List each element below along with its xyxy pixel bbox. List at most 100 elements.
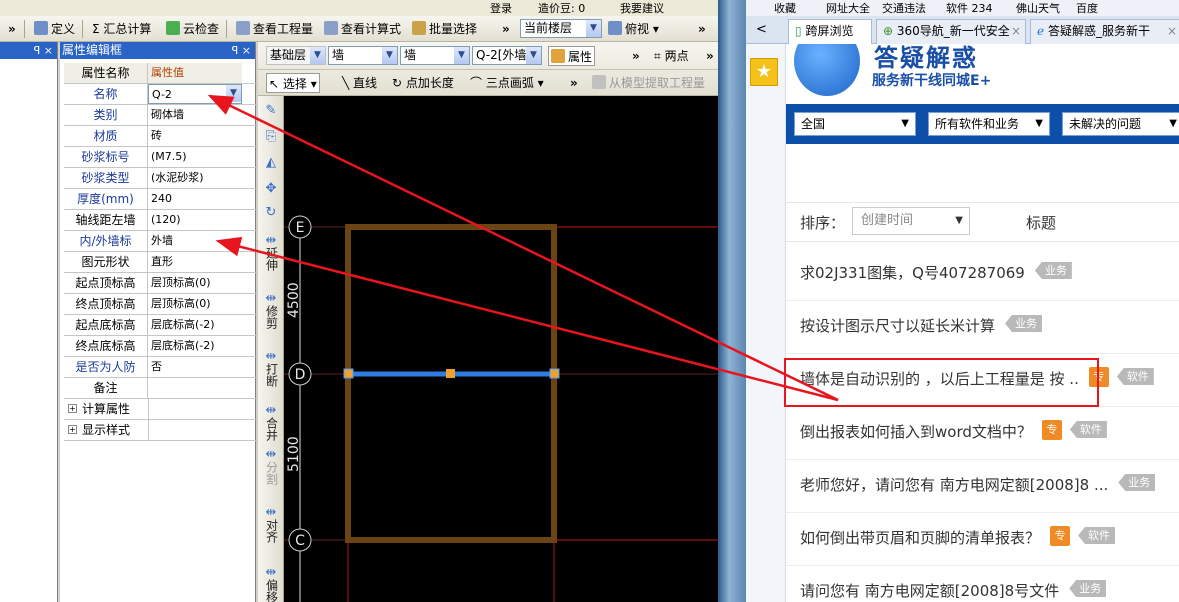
category-tag[interactable]: 软件 xyxy=(1078,527,1116,544)
define-button[interactable]: 定义 xyxy=(32,19,77,39)
category-tag[interactable]: 软件 xyxy=(1069,421,1107,438)
extract-quantity-button[interactable]: 从模型提取工程量 xyxy=(590,73,707,93)
drawing-svg[interactable]: E D C 4500 5100 xyxy=(284,96,718,602)
line-tool-button[interactable]: ╲ 直线 xyxy=(340,73,379,93)
cloud-check-button[interactable]: 云检查 xyxy=(164,19,221,39)
toolbar-overflow-icon[interactable]: » xyxy=(6,19,18,39)
tab-360-nav[interactable]: ⊕ 360导航_新一代安全 × xyxy=(876,19,1026,44)
toolbar-overflow-icon-4[interactable]: » xyxy=(630,46,642,66)
summary-calc-button[interactable]: Σ 汇总计算 xyxy=(90,19,153,39)
question-item[interactable]: 如何倒出带页眉和页脚的清单报表？ 专软件 xyxy=(786,513,1179,566)
category-tag[interactable]: 软件 xyxy=(1116,368,1154,385)
bookmark-link[interactable]: 收藏 xyxy=(774,0,796,16)
component-type-select[interactable]: 墙 ▼ xyxy=(328,46,398,65)
bookmark-link[interactable]: 软件 234 xyxy=(946,0,993,16)
toolbar-overflow-icon-5[interactable]: » xyxy=(704,46,716,66)
question-title-link[interactable]: 倒出报表如何插入到word文档中？ xyxy=(800,421,1032,442)
bookmark-link[interactable]: 百度 xyxy=(1076,0,1098,16)
close-icon[interactable]: × xyxy=(1011,20,1021,43)
vertical-tool-button[interactable]: ⇹ 偏移 xyxy=(261,566,281,602)
property-value[interactable]: 层底标高(-2) xyxy=(148,315,242,335)
category-tag[interactable]: 业务 xyxy=(1069,580,1107,597)
rotate-icon[interactable]: ↻ xyxy=(261,206,281,219)
expand-plus-icon[interactable]: + xyxy=(68,404,77,413)
feedback-link[interactable]: 我要建议 xyxy=(620,0,664,16)
question-title-link[interactable]: 求02J331图集，Q号407287069 xyxy=(800,262,1025,283)
toolbar-overflow-icon-2[interactable]: » xyxy=(500,19,512,39)
bookmark-link[interactable]: 网址大全 xyxy=(826,0,870,16)
favorite-star-icon[interactable]: ★ xyxy=(750,58,778,86)
category-tag[interactable]: 业务 xyxy=(1034,262,1072,279)
property-value[interactable] xyxy=(148,378,242,398)
property-value[interactable]: 层顶标高(0) xyxy=(148,273,242,293)
question-item[interactable]: 老师您好，请问您有 南方电网定额[2008]8 ... 业务 xyxy=(786,460,1179,513)
cube-icon xyxy=(608,21,622,35)
property-toggle-button[interactable]: 属性 xyxy=(548,46,596,66)
question-title-link[interactable]: 请问您有 南方电网定额[2008]8号文件 xyxy=(800,580,1059,601)
drawing-canvas[interactable]: E D C 4500 5100 xyxy=(284,96,718,602)
view-quantity-button[interactable]: 查看工程量 xyxy=(234,19,315,39)
property-value[interactable]: 否 xyxy=(148,357,242,377)
question-item[interactable]: 求02J331图集，Q号407287069 业务 xyxy=(786,248,1179,301)
property-value[interactable]: 直形 xyxy=(148,252,242,272)
view-mode-button[interactable]: 俯视 ▾ xyxy=(606,19,661,39)
property-value[interactable]: 砖 xyxy=(148,126,242,146)
chevron-down-icon[interactable]: ▼ xyxy=(226,85,241,102)
point-length-button[interactable]: ↻ 点加长度 xyxy=(390,73,456,93)
vertical-tool-button[interactable]: ⇹ 延伸 xyxy=(261,234,281,274)
pencil-icon[interactable]: ✎ xyxy=(261,104,281,117)
property-value[interactable]: 砌体墙 xyxy=(148,105,242,125)
tab-cross-screen[interactable]: ▯ 跨屏浏览 xyxy=(788,19,872,45)
floor-select[interactable]: 当前楼层 ▼ xyxy=(520,19,602,38)
question-title-link[interactable]: 如何倒出带页眉和页脚的清单报表？ xyxy=(800,527,1040,548)
component-name-select[interactable]: Q-2[外墙] ▼ xyxy=(472,46,542,65)
property-value[interactable]: (M7.5) xyxy=(148,147,242,167)
vertical-tool-button[interactable]: ⇹ 分割 xyxy=(261,448,281,488)
region-select[interactable]: 全国 ▼ xyxy=(794,112,916,136)
close-icon[interactable]: × xyxy=(1167,20,1177,43)
property-value[interactable]: 240 xyxy=(148,189,242,209)
view-formula-button[interactable]: 查看计算式 xyxy=(322,19,403,39)
login-link[interactable]: 登录 xyxy=(490,0,512,16)
question-item[interactable]: 按设计图示尺寸以延长米计算 业务 xyxy=(786,301,1179,354)
navigation-panel-header[interactable]: ꟼ × xyxy=(0,42,57,59)
property-value[interactable]: 层底标高(-2) xyxy=(148,336,242,356)
software-select[interactable]: 所有软件和业务 ▼ xyxy=(928,112,1050,136)
copy-icon[interactable]: ⎘ xyxy=(261,130,281,143)
vertical-tool-button[interactable]: ⇹ 打断 xyxy=(261,350,281,390)
mirror-icon[interactable]: ◭ xyxy=(261,156,281,169)
two-points-button[interactable]: ⌗ 两点 xyxy=(652,46,691,66)
property-value[interactable]: 层顶标高(0) xyxy=(148,294,242,314)
toolbar-overflow-icon-3[interactable]: » xyxy=(696,19,708,39)
layer-select[interactable]: 基础层 ▼ xyxy=(266,46,326,65)
bookmark-link[interactable]: 交通违法 xyxy=(882,0,926,16)
select-tool-button[interactable]: ↖ 选择 ▾ xyxy=(266,73,320,93)
vertical-tool-button[interactable]: ⇹ 修剪 xyxy=(261,292,281,332)
category-tag[interactable]: 业务 xyxy=(1005,315,1043,332)
property-value[interactable]: 外墙 xyxy=(148,231,242,251)
batch-select-button[interactable]: 批量选择 xyxy=(410,19,479,39)
column-title: 标题 xyxy=(1026,214,1057,232)
move-icon[interactable]: ✥ xyxy=(261,182,281,195)
question-title-link[interactable]: 按设计图示尺寸以延长米计算 xyxy=(800,315,995,336)
expand-plus-icon[interactable]: + xyxy=(68,425,77,434)
question-title-link[interactable]: 老师您好，请问您有 南方电网定额[2008]8 ... xyxy=(800,474,1108,495)
tab-qa[interactable]: ℯ 答疑解惑_服务新干 × xyxy=(1030,19,1179,44)
panel-pin-close-buttons[interactable]: ꟼ × xyxy=(232,42,251,59)
status-select[interactable]: 未解决的问题 ▼ xyxy=(1062,112,1179,136)
back-button[interactable]: < xyxy=(756,22,767,37)
dimension-5100: 5100 xyxy=(286,436,302,472)
vertical-tool-button[interactable]: ⇹ 对齐 xyxy=(261,506,281,546)
toolbar-overflow-icon-6[interactable]: » xyxy=(568,73,580,93)
question-item[interactable]: 请问您有 南方电网定额[2008]8号文件 业务 xyxy=(786,566,1179,602)
question-item[interactable]: 倒出报表如何插入到word文档中？ 专软件 xyxy=(786,407,1179,460)
property-value[interactable]: (水泥砂浆) xyxy=(148,168,242,188)
vertical-tool-button[interactable]: ⇹ 合并 xyxy=(261,404,281,444)
three-point-arc-button[interactable]: ⌒ 三点画弧 ▾ xyxy=(468,73,546,93)
category-tag[interactable]: 业务 xyxy=(1118,474,1156,491)
bookmark-link[interactable]: 佛山天气 xyxy=(1016,0,1060,16)
component-subtype-select[interactable]: 墙 ▼ xyxy=(400,46,470,65)
sort-select[interactable]: 创建时间 ▼ xyxy=(852,207,970,235)
price-bean-label: 造价豆: 0 xyxy=(538,2,586,15)
property-value[interactable]: (120) xyxy=(148,210,242,230)
